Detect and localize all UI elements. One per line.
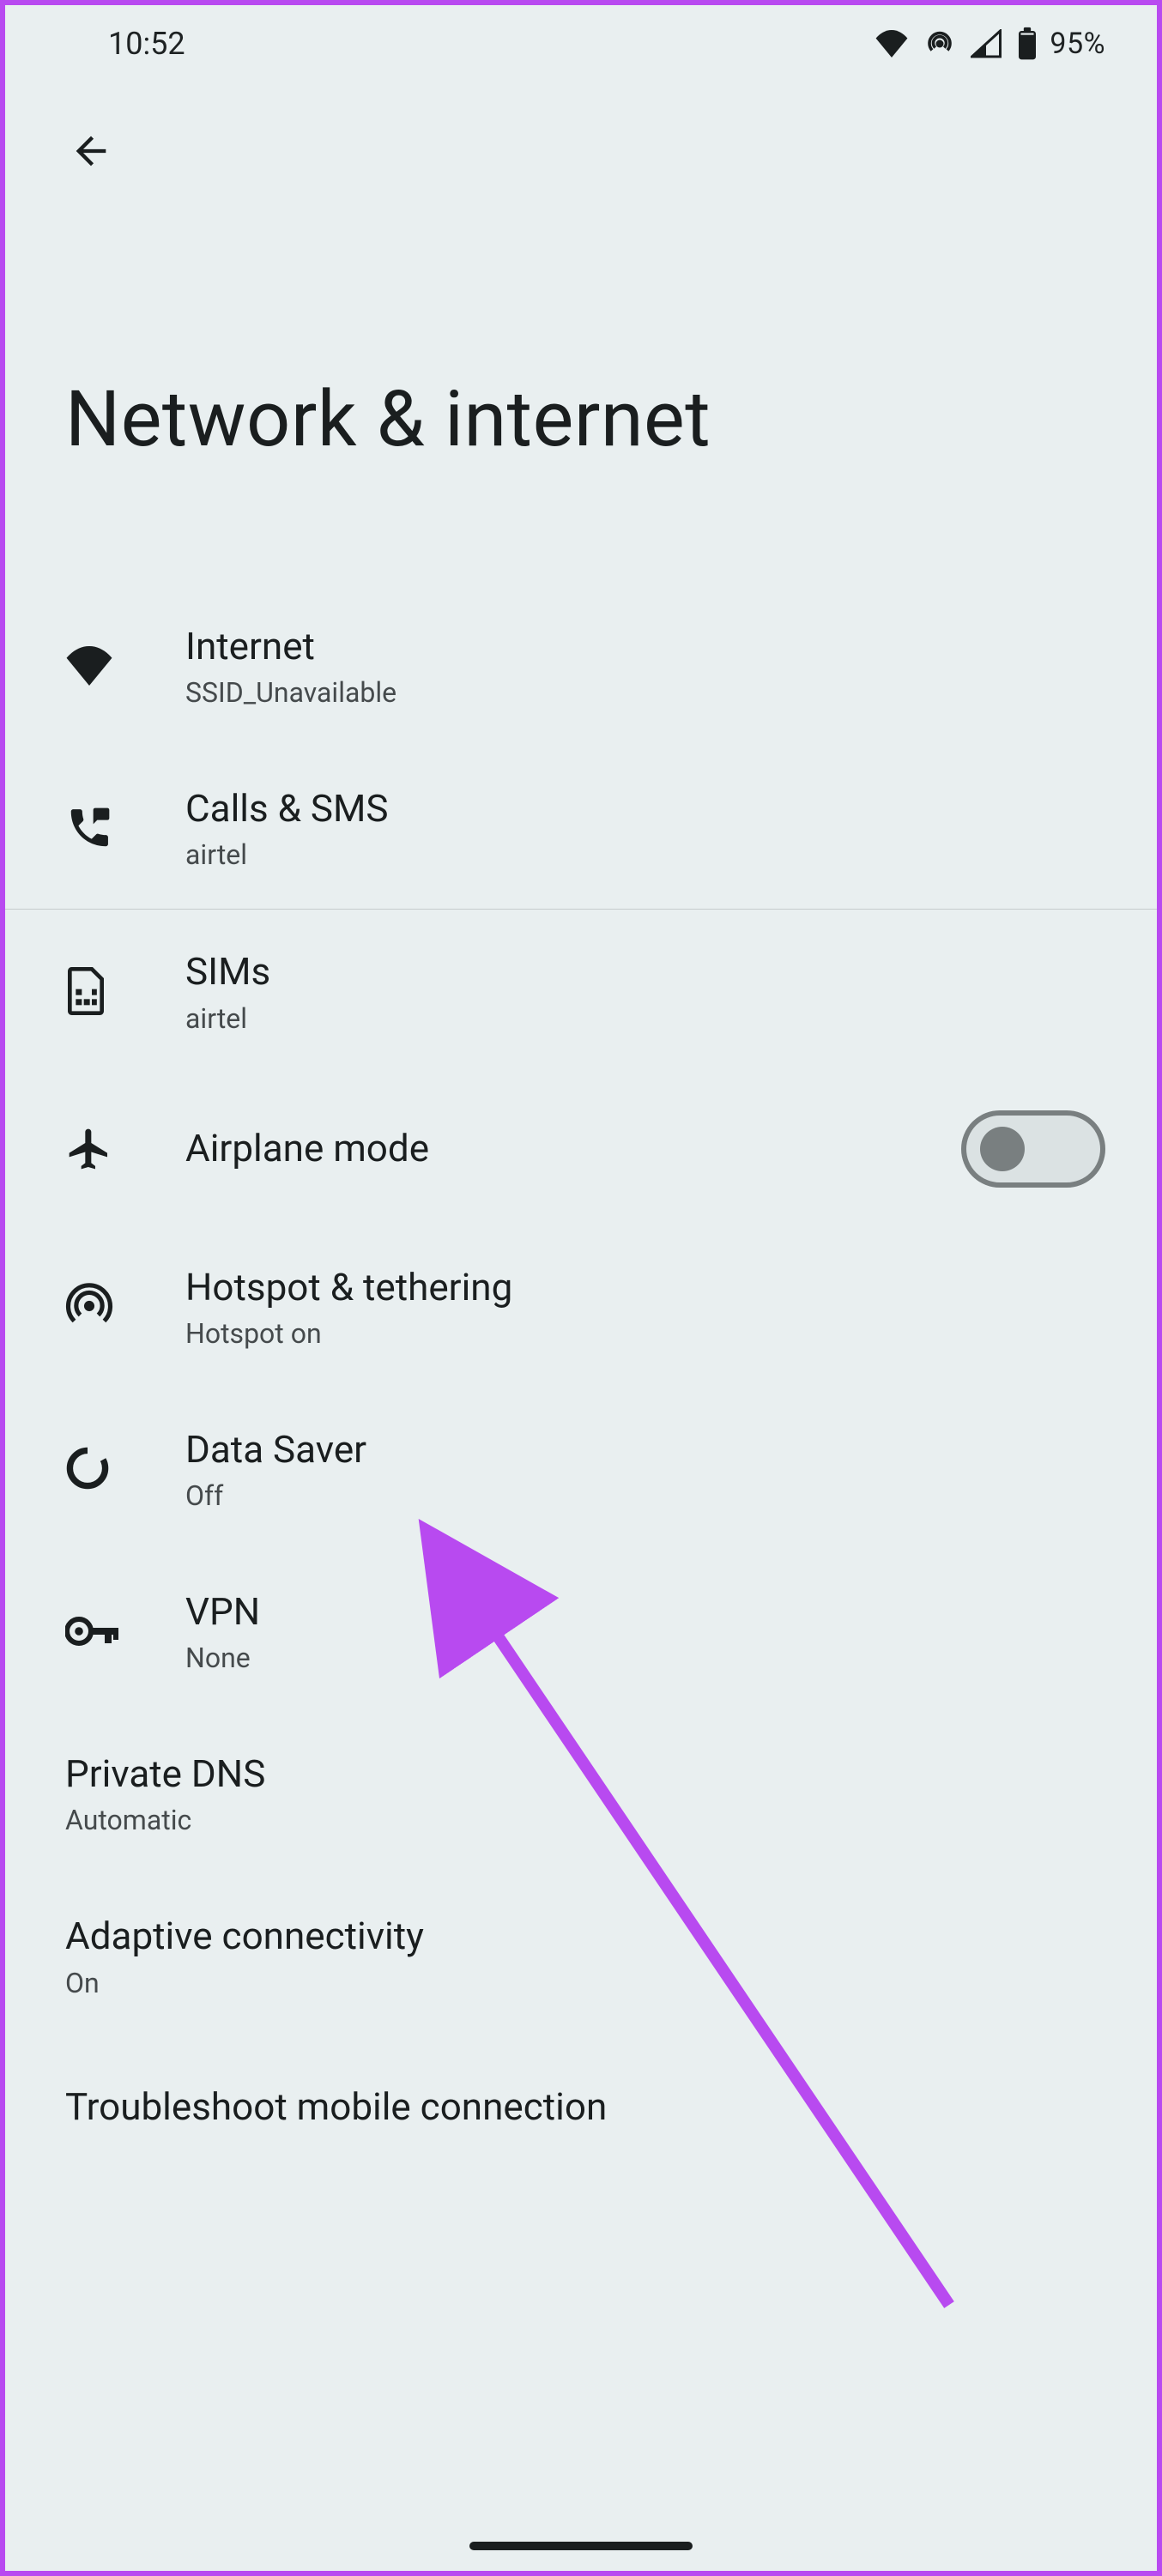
hotspot-icon	[65, 1282, 113, 1330]
row-title: Calls & SMS	[185, 784, 1123, 833]
page-title: Network & internet	[5, 185, 1157, 584]
row-troubleshoot-mobile[interactable]: Troubleshoot mobile connection	[5, 2037, 1157, 2140]
row-data-saver[interactable]: Data Saver Off	[5, 1388, 1157, 1550]
row-internet[interactable]: Internet SSID_Unavailable	[5, 584, 1157, 747]
phone-sms-icon	[65, 804, 113, 852]
arrow-back-icon	[69, 129, 113, 173]
gesture-nav-bar[interactable]	[469, 2542, 693, 2550]
row-title: SIMs	[185, 947, 1123, 996]
back-button[interactable]	[57, 117, 125, 185]
row-title: Troubleshoot mobile connection	[65, 2083, 1123, 2132]
row-sims[interactable]: SIMs airtel	[5, 910, 1157, 1072]
row-private-dns[interactable]: Private DNS Automatic	[5, 1712, 1157, 1874]
row-subtitle: airtel	[185, 1002, 1123, 1035]
row-title: Hotspot & tethering	[185, 1263, 1123, 1312]
battery-percent: 95%	[1050, 27, 1105, 61]
row-title: VPN	[185, 1587, 1123, 1636]
row-subtitle: On	[65, 1967, 1123, 1999]
row-title: Adaptive connectivity	[65, 1912, 1123, 1961]
app-bar	[5, 82, 1157, 185]
row-subtitle: Off	[185, 1479, 1123, 1512]
wifi-icon	[65, 646, 113, 686]
data-saver-icon	[65, 1446, 110, 1491]
row-title: Internet	[185, 622, 1123, 671]
row-subtitle: airtel	[185, 838, 1123, 871]
row-airplane-mode[interactable]: Airplane mode	[5, 1073, 1157, 1225]
row-subtitle: None	[185, 1642, 1123, 1674]
settings-list: Internet SSID_Unavailable Calls & SMS ai…	[5, 584, 1157, 2140]
row-title: Data Saver	[185, 1425, 1123, 1474]
row-title: Airplane mode	[185, 1124, 961, 1173]
row-subtitle: SSID_Unavailable	[185, 676, 1123, 709]
row-subtitle: Hotspot on	[185, 1317, 1123, 1350]
airplane-icon	[65, 1125, 113, 1173]
status-time: 10:52	[108, 26, 185, 62]
wifi-icon	[875, 30, 909, 57]
vpn-key-icon	[65, 1616, 120, 1647]
battery-icon	[1017, 27, 1038, 61]
airplane-mode-switch[interactable]	[961, 1110, 1105, 1188]
row-adaptive-connectivity[interactable]: Adaptive connectivity On	[5, 1874, 1157, 2036]
status-bar: 10:52 95%	[5, 5, 1157, 82]
hotspot-status-icon	[924, 28, 955, 59]
row-hotspot-tethering[interactable]: Hotspot & tethering Hotspot on	[5, 1225, 1157, 1388]
row-vpn[interactable]: VPN None	[5, 1550, 1157, 1712]
sim-card-icon	[65, 967, 106, 1015]
row-subtitle: Automatic	[65, 1804, 1123, 1836]
row-title: Private DNS	[65, 1750, 1123, 1799]
phone-frame: 10:52 95% Network & internet In	[0, 0, 1162, 2576]
cellular-signal-icon	[971, 29, 1002, 58]
row-calls-sms[interactable]: Calls & SMS airtel	[5, 747, 1157, 909]
